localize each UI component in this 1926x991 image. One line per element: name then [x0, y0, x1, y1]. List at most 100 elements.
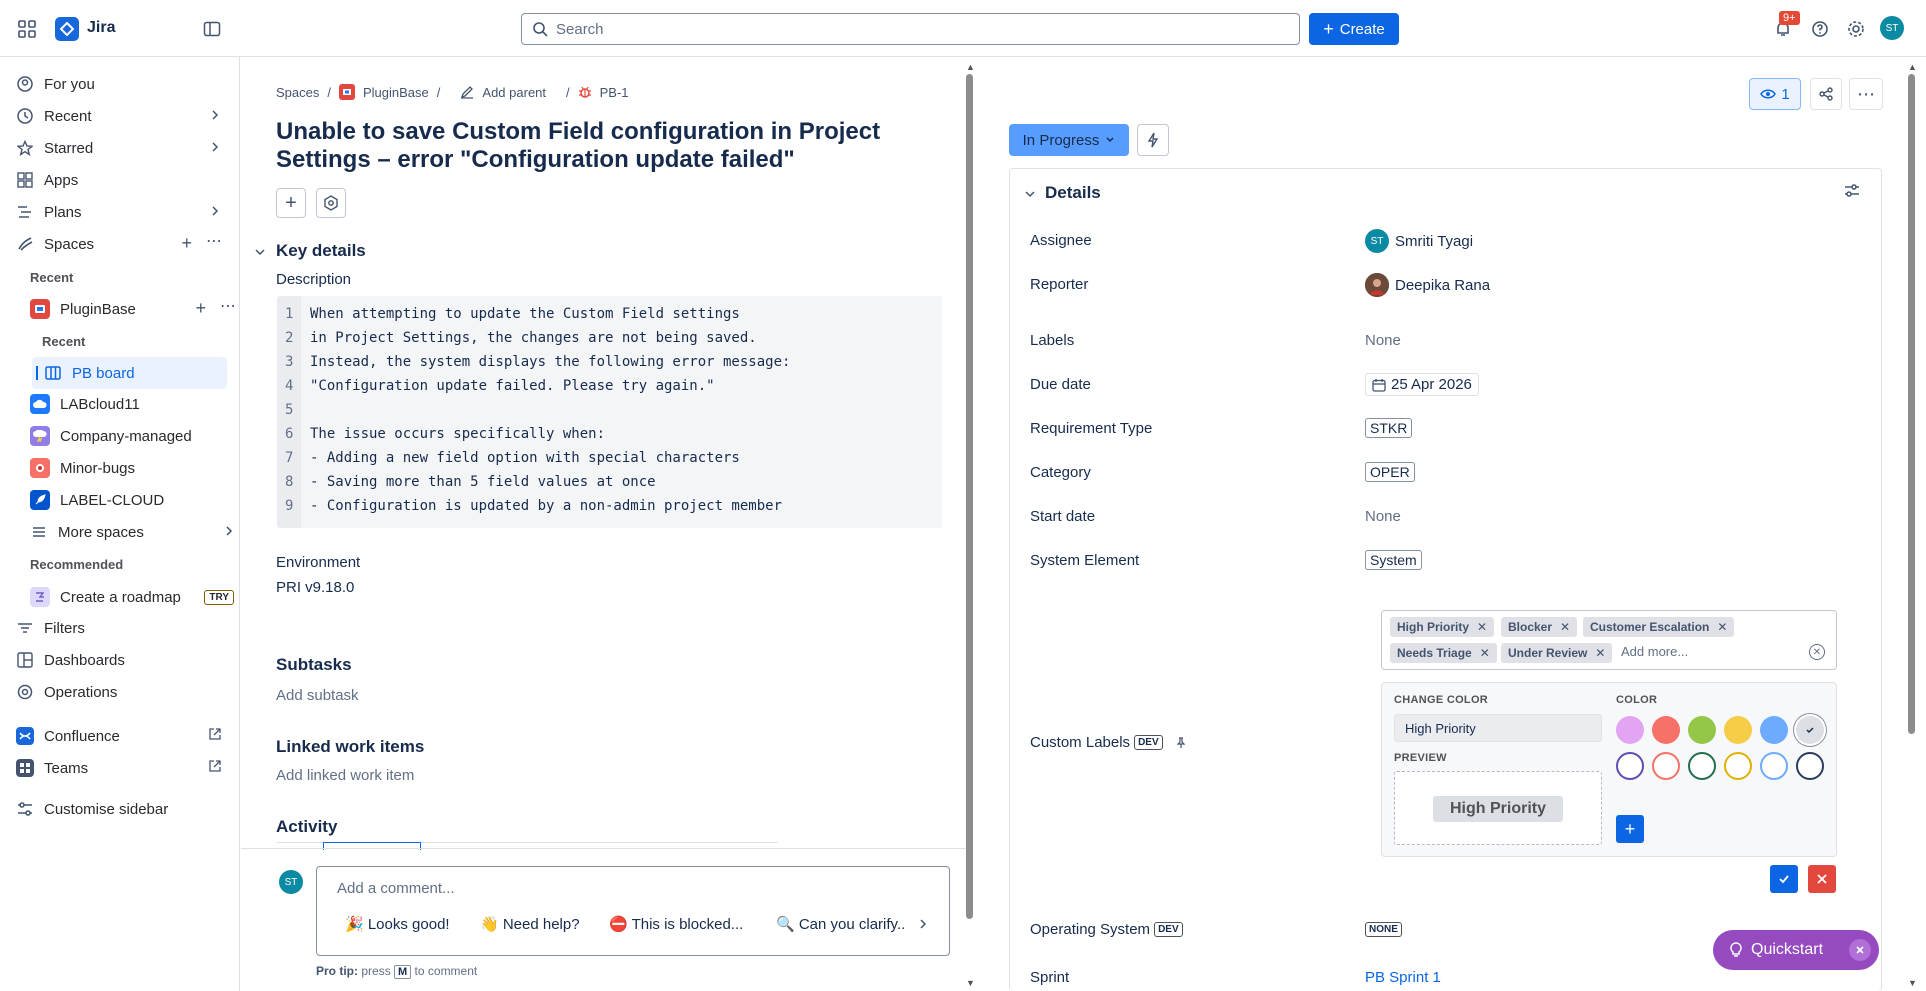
outline-color-swatch[interactable]: [1760, 752, 1788, 780]
add-parent-link[interactable]: Add parent: [482, 85, 546, 100]
system-element-field[interactable]: System: [1365, 550, 1422, 570]
close-icon[interactable]: [1849, 939, 1871, 961]
share-button[interactable]: [1810, 78, 1842, 110]
confirm-button[interactable]: [1770, 865, 1798, 893]
sidebar-item-starred[interactable]: Starred: [16, 135, 226, 161]
sidebar-item-spaces[interactable]: Spaces + ⋯: [16, 231, 226, 257]
issue-title[interactable]: Unable to save Custom Field configuratio…: [276, 118, 916, 174]
sidebar-item-recent[interactable]: Recent: [16, 103, 226, 129]
add-space-icon[interactable]: +: [181, 233, 192, 254]
more-options-icon[interactable]: ⋯: [220, 296, 236, 316]
sidebar-item-pb-board[interactable]: PB board: [44, 360, 224, 386]
color-swatch[interactable]: [1796, 716, 1824, 744]
color-swatch[interactable]: [1724, 716, 1752, 744]
automation-button[interactable]: [1137, 124, 1169, 156]
scroll-up-arrow-icon[interactable]: ▲: [966, 62, 975, 72]
chevron-right-icon[interactable]: [208, 204, 222, 218]
sidebar-item-apps[interactable]: Apps: [16, 167, 226, 193]
user-avatar[interactable]: ST: [1880, 16, 1904, 40]
external-link-icon[interactable]: [208, 759, 222, 773]
sidebar-item-create-roadmap[interactable]: Create a roadmap TRY: [30, 584, 234, 610]
app-switcher-icon[interactable]: [18, 20, 36, 38]
sidebar-item-operations[interactable]: Operations: [16, 679, 226, 705]
custom-label-chip[interactable]: Customer Escalation ✕: [1583, 617, 1735, 637]
color-swatch[interactable]: [1688, 716, 1716, 744]
configure-fields-icon[interactable]: [1844, 183, 1860, 199]
add-icon[interactable]: +: [195, 298, 206, 319]
sidebar-item-plans[interactable]: Plans: [16, 199, 226, 225]
add-subtask-link[interactable]: Add subtask: [276, 687, 359, 704]
remove-chip-icon[interactable]: ✕: [1717, 620, 1727, 634]
quickstart-button[interactable]: Quickstart: [1713, 930, 1879, 970]
label-name-input[interactable]: High Priority: [1394, 714, 1602, 742]
chevron-right-icon[interactable]: [917, 918, 929, 930]
add-more-input[interactable]: Add more...: [1621, 644, 1688, 659]
quick-reply-looks-good[interactable]: 🎉 Looks good!: [345, 915, 450, 933]
custom-label-chip[interactable]: Under Review ✕: [1501, 643, 1613, 663]
custom-label-chip[interactable]: Needs Triage ✕: [1390, 643, 1497, 663]
color-swatch[interactable]: [1760, 716, 1788, 744]
cancel-button[interactable]: [1808, 865, 1836, 893]
quick-reply-need-help[interactable]: 👋 Need help?: [480, 915, 580, 933]
left-scrollbar[interactable]: [966, 74, 973, 919]
remove-chip-icon[interactable]: ✕: [1595, 646, 1605, 660]
outline-color-swatch[interactable]: [1652, 752, 1680, 780]
collapse-sidebar-icon[interactable]: [203, 20, 221, 38]
search-input[interactable]: Search: [521, 13, 1300, 45]
sidebar-item-label-cloud[interactable]: LABEL-CLOUD: [30, 487, 240, 513]
chevron-right-icon[interactable]: [222, 524, 236, 538]
due-date-chip[interactable]: 25 Apr 2026: [1365, 373, 1479, 396]
add-button[interactable]: +: [276, 188, 306, 218]
quick-reply-clarify[interactable]: 🔍 Can you clarify..: [776, 915, 905, 933]
custom-label-chip[interactable]: High Priority ✕: [1390, 617, 1495, 637]
more-actions-button[interactable]: ⋯: [1849, 78, 1883, 110]
watch-button[interactable]: 1: [1749, 78, 1801, 110]
quick-reply-blocked[interactable]: ⛔ This is blocked...: [609, 915, 743, 933]
scroll-down-arrow-icon[interactable]: ▼: [966, 978, 975, 988]
key-details-heading[interactable]: Key details: [276, 241, 366, 261]
help-icon[interactable]: [1809, 18, 1831, 40]
color-swatch[interactable]: [1652, 716, 1680, 744]
outline-color-swatch[interactable]: [1724, 752, 1752, 780]
chevron-right-icon[interactable]: [208, 108, 222, 122]
sidebar-item-minor-bugs[interactable]: Minor-bugs: [30, 455, 240, 481]
settings-gear-icon[interactable]: [1845, 18, 1867, 40]
outline-color-swatch[interactable]: [1616, 752, 1644, 780]
sidebar-item-teams[interactable]: Teams: [16, 755, 226, 781]
sprint-link[interactable]: PB Sprint 1: [1365, 969, 1441, 986]
due-date-field[interactable]: 25 Apr 2026: [1365, 373, 1479, 396]
right-scrollbar[interactable]: [1908, 74, 1915, 734]
sidebar-item-pluginbase[interactable]: PluginBase + ⋯: [30, 296, 236, 322]
add-linked-work-item-link[interactable]: Add linked work item: [276, 767, 414, 784]
breadcrumb-spaces[interactable]: Spaces: [276, 85, 319, 100]
environment-value[interactable]: PRI v9.18.0: [276, 579, 354, 596]
collapse-chevron-icon[interactable]: [1024, 188, 1036, 200]
remove-chip-icon[interactable]: ✕: [1477, 620, 1487, 634]
outline-color-swatch[interactable]: [1688, 752, 1716, 780]
sidebar-item-confluence[interactable]: Confluence: [16, 723, 226, 749]
brand-name[interactable]: Jira: [87, 19, 115, 37]
external-link-icon[interactable]: [208, 727, 222, 741]
more-options-icon[interactable]: ⋯: [206, 231, 222, 251]
details-heading[interactable]: Details: [1045, 183, 1101, 203]
chevron-right-icon[interactable]: [208, 140, 222, 154]
remove-chip-icon[interactable]: ✕: [1480, 646, 1490, 660]
custom-label-chip[interactable]: Blocker ✕: [1501, 617, 1578, 637]
labels-value[interactable]: None: [1365, 332, 1401, 349]
sidebar-item-for-you[interactable]: For you: [16, 71, 226, 97]
status-dropdown-button[interactable]: In Progress: [1009, 124, 1129, 156]
assignee-field[interactable]: ST Smriti Tyagi: [1365, 229, 1473, 253]
comment-input[interactable]: Add a comment...: [337, 880, 455, 897]
sidebar-item-labcloud11[interactable]: LABcloud11: [30, 391, 240, 417]
pin-icon[interactable]: [1175, 736, 1187, 749]
remove-chip-icon[interactable]: ✕: [1560, 620, 1570, 634]
scroll-down-arrow-icon[interactable]: ▼: [1908, 978, 1917, 988]
sidebar-item-filters[interactable]: Filters: [16, 615, 226, 641]
reporter-field[interactable]: Deepika Rana: [1365, 273, 1490, 297]
breadcrumb-project[interactable]: PluginBase: [363, 85, 429, 100]
create-button[interactable]: + Create: [1309, 13, 1399, 45]
scroll-up-arrow-icon[interactable]: ▲: [1908, 62, 1917, 72]
operating-system-field[interactable]: NONE: [1365, 922, 1402, 937]
requirement-type-field[interactable]: STKR: [1365, 418, 1413, 438]
apps-button[interactable]: [316, 188, 346, 218]
